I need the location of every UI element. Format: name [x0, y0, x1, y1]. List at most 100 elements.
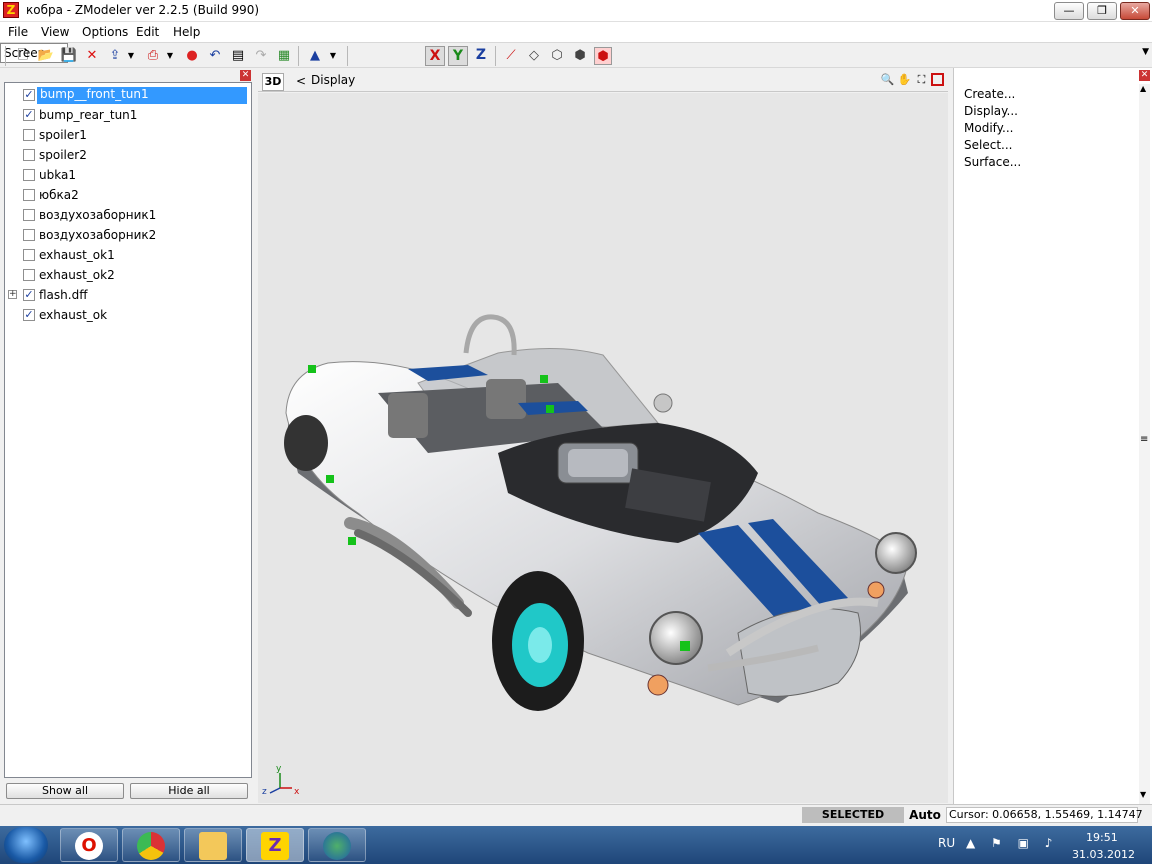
- clock-date[interactable]: 31.03.2012: [1072, 848, 1135, 861]
- tab-3d[interactable]: 3D: [262, 73, 284, 91]
- object-mode-icon[interactable]: ⬡: [548, 47, 566, 65]
- tree-row[interactable]: ✓ bump__front_tun1: [5, 85, 249, 105]
- viewport-3d[interactable]: y x z: [258, 93, 948, 803]
- toolbar: 🗋 📂 💾 ✕ ⇪ ▼ ⎙ ▼ ● ↶ ▤ ↷ ▦ ▲ ▼ Screen ▼ X…: [0, 42, 1152, 68]
- export-dropdown-icon[interactable]: ▼: [161, 47, 179, 65]
- selected-mode-icon[interactable]: ⬢: [594, 47, 612, 65]
- visibility-checkbox[interactable]: [23, 169, 35, 181]
- tree-row[interactable]: spoiler2: [5, 145, 249, 165]
- menu-options[interactable]: Options: [82, 25, 128, 39]
- visibility-checkbox[interactable]: [23, 129, 35, 141]
- scroll-grip-icon[interactable]: ≡: [1140, 434, 1148, 445]
- minimize-button[interactable]: —: [1054, 2, 1084, 20]
- command-select[interactable]: Select...: [964, 138, 1012, 152]
- visibility-checkbox[interactable]: [23, 229, 35, 241]
- visibility-checkbox[interactable]: [23, 269, 35, 281]
- close-icon[interactable]: ✕: [240, 70, 251, 81]
- import-dropdown-icon[interactable]: ▼: [122, 47, 140, 65]
- command-display[interactable]: Display...: [964, 104, 1018, 118]
- scroll-up-icon[interactable]: ▲: [1140, 84, 1146, 93]
- coordinate-system-select[interactable]: Screen ▼: [0, 43, 1149, 63]
- start-button[interactable]: [4, 827, 48, 863]
- zoom-icon[interactable]: 🔍: [880, 72, 895, 87]
- tree-row-label: ubka1: [39, 168, 76, 182]
- tree-row[interactable]: spoiler1: [5, 125, 249, 145]
- open-folder-icon[interactable]: 📂: [37, 47, 55, 65]
- zmodeler-logo-icon[interactable]: Z: [3, 2, 19, 18]
- visibility-checkbox[interactable]: ✓: [23, 89, 35, 101]
- viewport-title: Display: [311, 73, 356, 87]
- save-icon[interactable]: 💾: [60, 47, 78, 65]
- maximize-button[interactable]: ❐: [1087, 2, 1117, 20]
- auto-mode-indicator[interactable]: Auto: [906, 807, 944, 823]
- axis-y-toggle[interactable]: Y: [448, 46, 468, 66]
- pan-hand-icon[interactable]: ✋: [897, 72, 912, 87]
- close-button[interactable]: ✕: [1120, 2, 1150, 20]
- light-cone-icon[interactable]: ▲: [306, 47, 324, 65]
- visibility-checkbox[interactable]: [23, 209, 35, 221]
- viewport-header: [258, 70, 948, 92]
- face-mode-icon[interactable]: ◇: [525, 47, 543, 65]
- vertex-mode-icon[interactable]: ⟋: [502, 47, 520, 65]
- taskbar-zmodeler[interactable]: Z: [246, 828, 304, 862]
- axis-x-toggle[interactable]: X: [425, 46, 445, 66]
- system-tray-icons[interactable]: ▲ ⚑ ▣ ♪: [966, 836, 1058, 850]
- render-icon[interactable]: ▦: [275, 47, 293, 65]
- taskbar-chrome[interactable]: [122, 828, 180, 862]
- redo-icon[interactable]: ↷: [252, 47, 270, 65]
- command-create[interactable]: Create...: [964, 87, 1015, 101]
- visibility-checkbox[interactable]: ✓: [23, 289, 35, 301]
- properties-icon[interactable]: ▤: [229, 47, 247, 65]
- box-mode-icon[interactable]: ⬢: [571, 47, 589, 65]
- menu-edit[interactable]: Edit: [136, 25, 159, 39]
- menu-view[interactable]: View: [41, 25, 69, 39]
- tree-row[interactable]: ✓ exhaust_ok: [5, 305, 249, 325]
- menu-file[interactable]: File: [8, 25, 28, 39]
- taskbar-opera[interactable]: O: [60, 828, 118, 862]
- menu-help[interactable]: Help: [173, 25, 200, 39]
- tree-row[interactable]: юбка2: [5, 185, 249, 205]
- visibility-checkbox[interactable]: [23, 149, 35, 161]
- undo-icon[interactable]: ↶: [206, 47, 224, 65]
- viewport-back-button[interactable]: <: [296, 74, 306, 88]
- visibility-checkbox[interactable]: [23, 189, 35, 201]
- axis-z-label: z: [262, 787, 267, 797]
- visibility-checkbox[interactable]: ✓: [23, 309, 35, 321]
- command-modify[interactable]: Modify...: [964, 121, 1014, 135]
- tree-row[interactable]: exhaust_ok1: [5, 245, 249, 265]
- tree-row[interactable]: exhaust_ok2: [5, 265, 249, 285]
- record-icon[interactable]: ●: [183, 47, 201, 65]
- chevron-down-icon: ▼: [1142, 47, 1149, 57]
- globe-icon: [323, 832, 351, 860]
- selection-mode-indicator[interactable]: SELECTED MODE: [802, 807, 904, 837]
- commands-scrollbar[interactable]: ▲ ≡ ▼: [1139, 84, 1150, 804]
- command-surface[interactable]: Surface...: [964, 155, 1021, 169]
- tree-row[interactable]: воздухозаборник1: [5, 205, 249, 225]
- zmodeler-icon: Z: [261, 832, 289, 860]
- maximize-viewport-icon[interactable]: [931, 73, 944, 86]
- language-indicator[interactable]: RU: [938, 836, 955, 850]
- hide-all-button[interactable]: Hide all: [130, 783, 248, 799]
- show-all-button[interactable]: Show all: [6, 783, 124, 799]
- new-file-icon[interactable]: 🗋: [14, 47, 32, 65]
- scroll-down-icon[interactable]: ▼: [1140, 790, 1146, 799]
- close-icon[interactable]: ✕: [1139, 70, 1150, 81]
- visibility-checkbox[interactable]: ✓: [23, 109, 35, 121]
- zoom-extents-icon[interactable]: ⛶: [914, 72, 929, 87]
- object-tree[interactable]: ✓ bump__front_tun1 ✓ bump_rear_tun1 spoiler1…: [4, 82, 252, 778]
- tree-row[interactable]: воздухозаборник2: [5, 225, 249, 245]
- expand-icon[interactable]: +: [8, 290, 17, 299]
- tree-row[interactable]: ✓ bump_rear_tun1: [5, 105, 249, 125]
- tree-row[interactable]: + ✓ flash.dff: [5, 285, 249, 305]
- clock-time[interactable]: 19:51: [1086, 831, 1118, 844]
- axis-z-toggle[interactable]: Z: [471, 46, 491, 66]
- taskbar-explorer[interactable]: [184, 828, 242, 862]
- delete-icon[interactable]: ✕: [83, 47, 101, 65]
- tree-row-label: exhaust_ok: [39, 308, 108, 322]
- taskbar-globe[interactable]: [308, 828, 366, 862]
- visibility-checkbox[interactable]: [23, 249, 35, 261]
- explorer-folder-icon: [199, 832, 227, 860]
- light-dropdown-icon[interactable]: ▼: [324, 47, 342, 65]
- export-icon[interactable]: ⎙: [144, 47, 162, 65]
- tree-row[interactable]: ubka1: [5, 165, 249, 185]
